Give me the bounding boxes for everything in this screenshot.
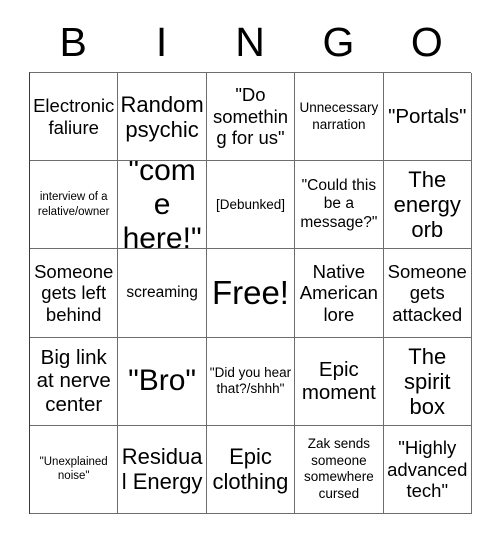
bingo-cell[interactable]: "Did you hear that?/shhh" (206, 337, 296, 426)
bingo-cell[interactable]: Free! (206, 249, 296, 338)
bingo-cell[interactable]: screaming (118, 249, 207, 338)
bingo-cell[interactable]: "Portals" (383, 73, 472, 162)
bingo-cell[interactable]: [Debunked] (206, 161, 296, 250)
bingo-cell[interactable]: Big link at nerve center (30, 337, 119, 426)
bingo-cell-label: "Did you hear that?/shhh" (209, 364, 292, 397)
bingo-cell[interactable]: The energy orb (383, 161, 472, 250)
bingo-cell-label: The spirit box (404, 343, 451, 419)
bingo-cell-label: Electronic faliure (33, 95, 115, 138)
bingo-cell[interactable]: Unnecessary narration (295, 73, 384, 162)
bingo-grid: Electronic faliure Random psychic "Do some… (29, 72, 472, 514)
bingo-cell[interactable]: Zak sends someone somewhere cursed (295, 425, 384, 514)
bingo-cell-label: "Highly advanced tech" (387, 437, 468, 502)
bingo-cell-label: Epic moment (301, 357, 376, 405)
bingo-cell-label: Residual Energy (121, 444, 203, 495)
bingo-cell[interactable]: "Unexplained noise" (30, 425, 119, 514)
bingo-cell-label: interview of a relative/owner (37, 191, 110, 218)
bingo-card: B I N G O Electronic faliure Random psych… (29, 12, 472, 514)
bingo-header-row: B I N G O (29, 12, 471, 72)
bingo-cell[interactable]: Electronic faliure (30, 73, 119, 162)
bingo-cell[interactable]: Epic clothing (206, 425, 296, 514)
bingo-cell-label: "Do something for us" (212, 84, 289, 149)
bingo-cell-label: Big link at nerve center (36, 346, 111, 416)
bingo-cell[interactable]: Someone gets attacked (383, 249, 472, 338)
bingo-cell[interactable]: The spirit box (383, 337, 472, 426)
bingo-cell[interactable]: Native American lore (295, 249, 384, 338)
bingo-cell-label: The energy orb (393, 167, 461, 243)
bingo-cell[interactable]: Random psychic (118, 73, 207, 162)
bingo-cell[interactable]: Someone gets left behind (30, 249, 119, 338)
bingo-cell-label: screaming (126, 283, 198, 301)
bingo-cell[interactable]: "Highly advanced tech" (383, 425, 472, 514)
bingo-cell-label: Unnecessary narration (299, 100, 379, 132)
header-letter-o: O (410, 18, 443, 65)
bingo-cell-label: Random psychic (120, 91, 204, 142)
bingo-cell[interactable]: "Could this be a message?" (295, 161, 384, 250)
header-letter-b: B (59, 18, 87, 65)
bingo-cell[interactable]: Epic moment (295, 337, 384, 426)
bingo-cell-label: Free! (211, 273, 289, 311)
header-letter-n: N (235, 18, 265, 65)
bingo-cell[interactable]: "Do something for us" (206, 73, 296, 162)
bingo-cell-label: "Bro" (128, 364, 197, 398)
bingo-cell-label: Someone gets left behind (34, 260, 114, 325)
bingo-cell-label: "come here!" (122, 161, 202, 250)
bingo-cell-label: Someone gets attacked (387, 260, 467, 325)
bingo-cell[interactable]: Residual Energy (118, 425, 207, 514)
bingo-cell-label: "Portals" (388, 104, 467, 128)
header-letter-i: I (155, 18, 168, 65)
bingo-cell-label: Epic clothing (212, 444, 289, 495)
bingo-cell-label: Native American lore (299, 260, 378, 325)
bingo-cell-label: [Debunked] (215, 196, 285, 212)
bingo-cell[interactable]: interview of a relative/owner (30, 161, 119, 250)
bingo-cell[interactable]: "Bro" (118, 337, 207, 426)
header-letter-g: G (322, 18, 355, 65)
bingo-cell-label: "Unexplained noise" (39, 455, 108, 483)
bingo-cell-label: Zak sends someone somewhere cursed (303, 436, 374, 501)
bingo-cell[interactable]: "come here!" (118, 161, 207, 250)
bingo-cell-label: "Could this be a message?" (300, 176, 378, 232)
